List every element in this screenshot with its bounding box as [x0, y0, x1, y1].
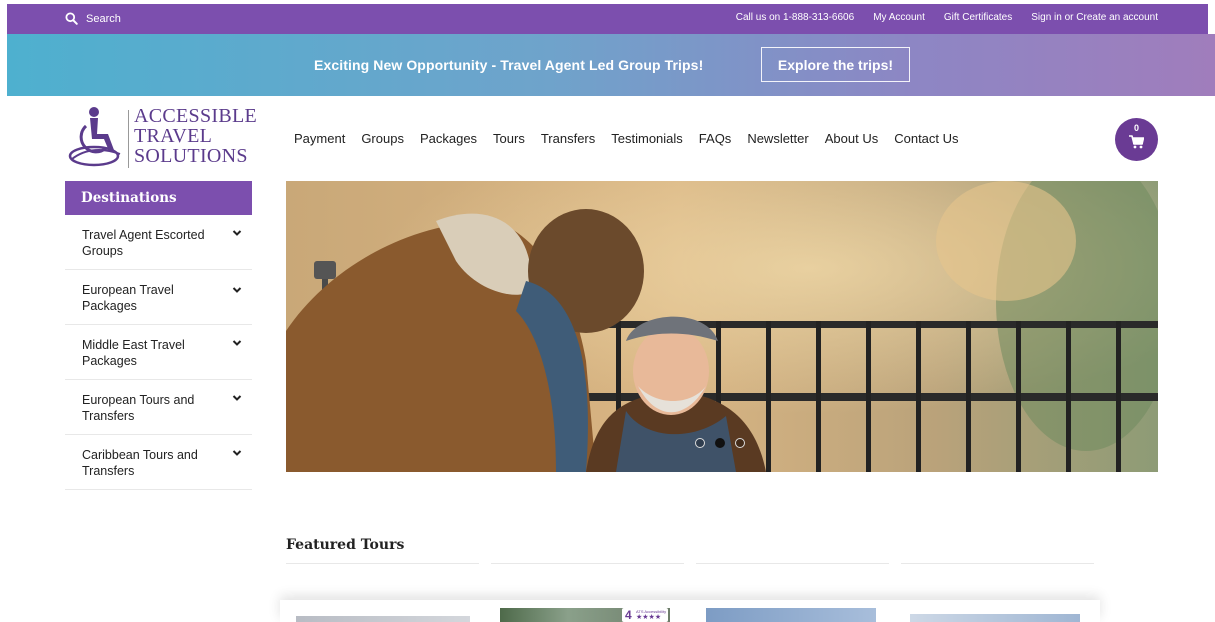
my-account-link[interactable]: My Account	[873, 12, 925, 23]
site-logo[interactable]: ACCESSIBLE TRAVEL SOLUTIONS	[64, 104, 257, 170]
nav-item-tours[interactable]: Tours	[493, 131, 525, 146]
chevron-down-icon	[232, 340, 242, 346]
sidebar-item-label: European Travel Packages	[82, 283, 174, 313]
sidebar-item-label: Caribbean Tours and Transfers	[82, 448, 198, 478]
logo-line-1: ACCESSIBLE	[134, 105, 258, 127]
sidebar-item-label: European Tours and Transfers	[82, 393, 195, 423]
slider-dot-2[interactable]	[715, 438, 725, 448]
featured-divider	[491, 563, 684, 564]
phone-link[interactable]: Call us on 1-888-313-6606	[736, 12, 854, 23]
cart-icon	[1129, 135, 1144, 149]
search-trigger[interactable]: Search	[65, 12, 121, 25]
badge-stars: ★★★★	[636, 614, 662, 621]
featured-divider	[901, 563, 1094, 564]
explore-trips-button[interactable]: Explore the trips!	[761, 47, 910, 82]
destinations-sidebar: Destinations Travel Agent Escorted Group…	[65, 181, 252, 490]
hero-photo	[286, 181, 1158, 472]
nav-item-packages[interactable]: Packages	[420, 131, 477, 146]
logo-line-3: SOLUTIONS	[134, 145, 248, 167]
featured-card-1[interactable]	[296, 616, 470, 622]
featured-card-3[interactable]	[706, 608, 876, 622]
logo-wordmark: ACCESSIBLE TRAVEL SOLUTIONS	[134, 106, 257, 166]
slider-dot-1[interactable]	[695, 438, 705, 448]
chevron-down-icon	[232, 450, 242, 456]
nav-item-transfers[interactable]: Transfers	[541, 131, 595, 146]
sidebar-item-middle-east-travel-packages[interactable]: Middle East Travel Packages	[65, 325, 252, 380]
top-utility-bar: Search Call us on 1-888-313-6606 My Acco…	[7, 4, 1208, 34]
logo-divider	[128, 110, 129, 168]
sidebar-item-label: Middle East Travel Packages	[82, 338, 185, 368]
nav-item-groups[interactable]: Groups	[361, 131, 404, 146]
sidebar-title: Destinations	[65, 181, 252, 215]
search-label: Search	[86, 12, 121, 25]
accessibility-rating-badge: 4 ATS Accessibility ★★★★	[622, 608, 668, 622]
cart-count: 0	[1133, 123, 1139, 133]
slider-dot-3[interactable]	[735, 438, 745, 448]
main-nav: Payment Groups Packages Tours Transfers …	[294, 131, 959, 146]
promo-banner: Exciting New Opportunity - Travel Agent …	[7, 34, 1215, 96]
featured-tours-heading: Featured Tours	[286, 537, 405, 553]
logo-line-2: TRAVEL	[134, 125, 213, 147]
nav-item-about-us[interactable]: About Us	[825, 131, 878, 146]
chevron-down-icon	[232, 395, 242, 401]
utility-links: Call us on 1-888-313-6606 My Account Gif…	[736, 12, 1158, 23]
banner-text: Exciting New Opportunity - Travel Agent …	[314, 57, 704, 73]
hero-slider-image[interactable]	[286, 181, 1158, 472]
sign-in-link[interactable]: Sign in or Create an account	[1031, 12, 1158, 23]
featured-divider	[696, 563, 889, 564]
cart-button[interactable]: 0	[1115, 118, 1158, 161]
featured-card-4[interactable]	[910, 614, 1080, 622]
nav-item-faqs[interactable]: FAQs	[699, 131, 732, 146]
badge-rating-number: 4	[625, 608, 632, 622]
sidebar-item-caribbean-tours-and-transfers[interactable]: Caribbean Tours and Transfers	[65, 435, 252, 490]
sidebar-item-european-tours-and-transfers[interactable]: European Tours and Transfers	[65, 380, 252, 435]
sidebar-item-travel-agent-escorted-groups[interactable]: Travel Agent Escorted Groups	[65, 215, 252, 270]
chevron-down-icon	[232, 230, 242, 236]
nav-item-payment[interactable]: Payment	[294, 131, 345, 146]
chevron-down-icon	[232, 287, 242, 293]
search-icon	[65, 12, 78, 25]
sidebar-item-european-travel-packages[interactable]: European Travel Packages	[65, 270, 252, 325]
nav-item-newsletter[interactable]: Newsletter	[747, 131, 808, 146]
wheelchair-globe-icon	[68, 107, 121, 167]
featured-divider	[286, 563, 479, 564]
sidebar-item-label: Travel Agent Escorted Groups	[82, 228, 205, 258]
nav-item-testimonials[interactable]: Testimonials	[611, 131, 683, 146]
gift-certificates-link[interactable]: Gift Certificates	[944, 12, 1012, 23]
featured-tab-lines	[286, 563, 1094, 564]
slider-dots	[695, 438, 745, 448]
nav-item-contact-us[interactable]: Contact Us	[894, 131, 958, 146]
